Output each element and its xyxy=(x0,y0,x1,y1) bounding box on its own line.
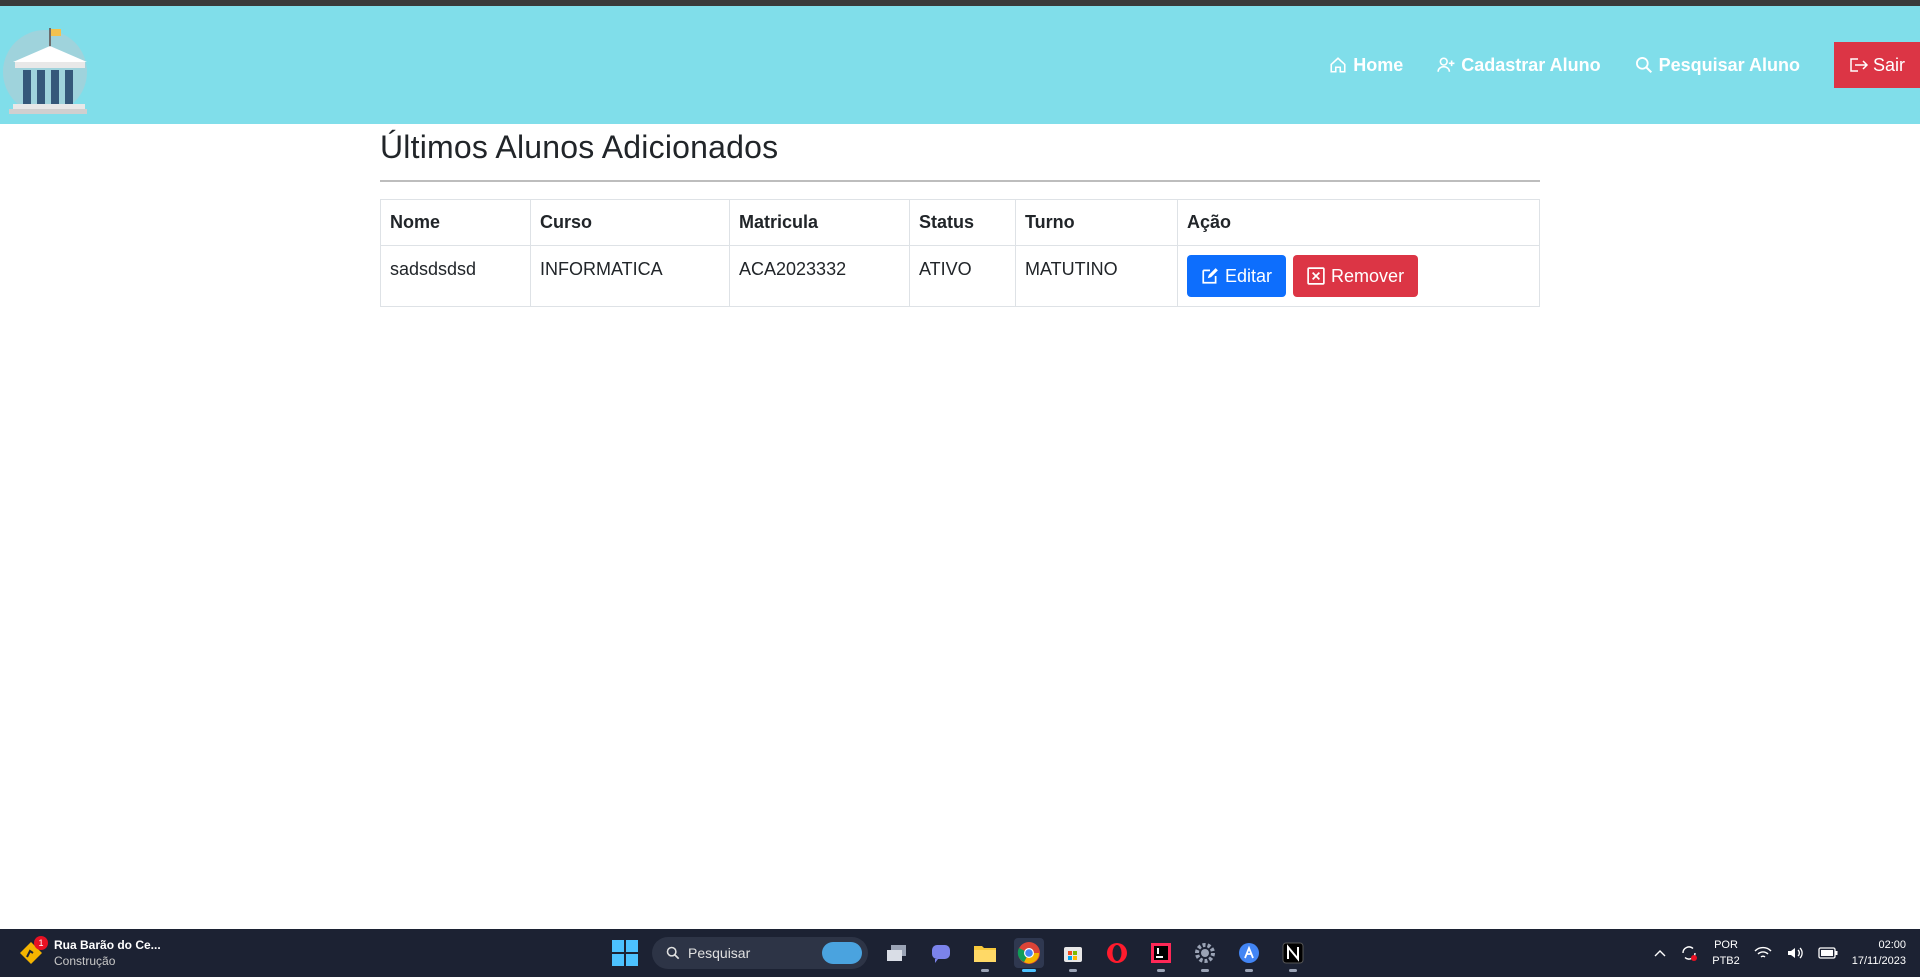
search-icon xyxy=(666,946,680,960)
battery-icon[interactable] xyxy=(1818,947,1838,959)
nav-home-label: Home xyxy=(1353,54,1404,75)
students-table: Nome Curso Matricula Status Turno Ação s… xyxy=(380,199,1540,307)
header-matricula: Matricula xyxy=(729,199,910,246)
cell-turno: MATUTINO xyxy=(1015,245,1178,307)
header-acao: Ação xyxy=(1177,199,1540,246)
chevron-up-icon[interactable] xyxy=(1654,948,1666,958)
navbar: Home Cadastrar Aluno Pesquisar Aluno Sai… xyxy=(0,6,1920,124)
os-taskbar: 1 Rua Barão do Ce... Construção Pesquisa… xyxy=(0,929,1920,977)
logout-button[interactable]: Sair xyxy=(1834,42,1920,88)
cell-status: ATIVO xyxy=(909,245,1016,307)
cell-matricula: ACA2023332 xyxy=(729,245,910,307)
nav-pesquisar-aluno-label: Pesquisar Aluno xyxy=(1658,54,1800,75)
volume-icon[interactable] xyxy=(1786,946,1804,960)
lang-top: POR xyxy=(1714,939,1738,951)
taskbar-search-placeholder: Pesquisar xyxy=(688,945,751,961)
header-nome: Nome xyxy=(380,199,531,246)
clock-date: 17/11/2023 xyxy=(1851,955,1906,967)
bing-highlight-icon xyxy=(822,942,862,964)
header-status: Status xyxy=(909,199,1016,246)
weather-title: Rua Barão do Ce... xyxy=(54,938,161,952)
construction-icon: 1 xyxy=(18,936,48,966)
notion-icon[interactable] xyxy=(1278,938,1308,972)
chrome-icon[interactable] xyxy=(1014,938,1044,972)
pencil-square-icon xyxy=(1202,268,1218,284)
page-title: Últimos Alunos Adicionados xyxy=(380,129,779,165)
clock-time: 02:00 xyxy=(1878,939,1906,951)
cell-acao: Editar Remover xyxy=(1177,245,1540,307)
windows-start-icon[interactable] xyxy=(612,940,638,966)
taskbar-weather-widget[interactable]: 1 Rua Barão do Ce... Construção xyxy=(18,936,161,969)
x-square-icon xyxy=(1307,267,1325,285)
table-row: sadsdsdsd INFORMATICA ACA2023332 ATIVO M… xyxy=(380,245,1540,307)
file-explorer-icon[interactable] xyxy=(970,938,1000,972)
task-view-icon[interactable] xyxy=(882,938,912,968)
remove-button[interactable]: Remover xyxy=(1293,255,1419,297)
house-icon xyxy=(1330,57,1346,73)
teams-chat-icon[interactable] xyxy=(926,938,956,968)
edit-label: Editar xyxy=(1225,265,1273,286)
intellij-icon[interactable] xyxy=(1146,938,1176,972)
opera-icon[interactable] xyxy=(1102,938,1132,968)
title-divider xyxy=(380,180,1540,182)
header-curso: Curso xyxy=(530,199,730,246)
main-content: Últimos Alunos Adicionados Nome Curso Ma… xyxy=(380,124,1540,307)
nav-home-link[interactable]: Home xyxy=(1329,55,1403,76)
microsoft-store-icon[interactable] xyxy=(1058,938,1088,972)
remove-label: Remover xyxy=(1331,265,1405,286)
cell-curso: INFORMATICA xyxy=(530,245,730,307)
bank-building-logo[interactable] xyxy=(3,22,87,118)
person-add-icon xyxy=(1437,57,1455,72)
taskbar-apps: Pesquisar xyxy=(612,935,1308,972)
nav-cadastrar-aluno-link[interactable]: Cadastrar Aluno xyxy=(1437,54,1601,76)
weather-subtitle: Construção xyxy=(54,954,116,968)
edit-button[interactable]: Editar xyxy=(1187,255,1287,297)
logout-label: Sair xyxy=(1872,54,1905,75)
nav-menu: Home Cadastrar Aluno Pesquisar Aluno Sai… xyxy=(1329,42,1920,88)
lang-bottom: PTB2 xyxy=(1712,955,1740,967)
taskbar-search[interactable]: Pesquisar xyxy=(652,937,868,969)
header-turno: Turno xyxy=(1015,199,1178,246)
sync-icon[interactable] xyxy=(1680,944,1698,962)
system-tray: POR PTB2 02:00 17/11/2023 xyxy=(1654,935,1906,971)
keyboard-language-indicator[interactable]: POR PTB2 xyxy=(1712,937,1740,969)
wifi-icon[interactable] xyxy=(1754,946,1772,960)
weather-badge: 1 xyxy=(34,936,48,950)
cell-nome: sadsdsdsd xyxy=(380,245,531,307)
taskbar-clock[interactable]: 02:00 17/11/2023 xyxy=(1852,937,1906,969)
logout-icon xyxy=(1850,58,1869,72)
settings-gear-icon[interactable] xyxy=(1190,938,1220,972)
nav-cadastrar-aluno-label: Cadastrar Aluno xyxy=(1461,54,1601,75)
nav-pesquisar-aluno-link[interactable]: Pesquisar Aluno xyxy=(1635,55,1800,76)
table-header-row: Nome Curso Matricula Status Turno Ação xyxy=(380,199,1540,246)
android-studio-icon[interactable] xyxy=(1234,938,1264,972)
search-icon xyxy=(1635,57,1652,74)
